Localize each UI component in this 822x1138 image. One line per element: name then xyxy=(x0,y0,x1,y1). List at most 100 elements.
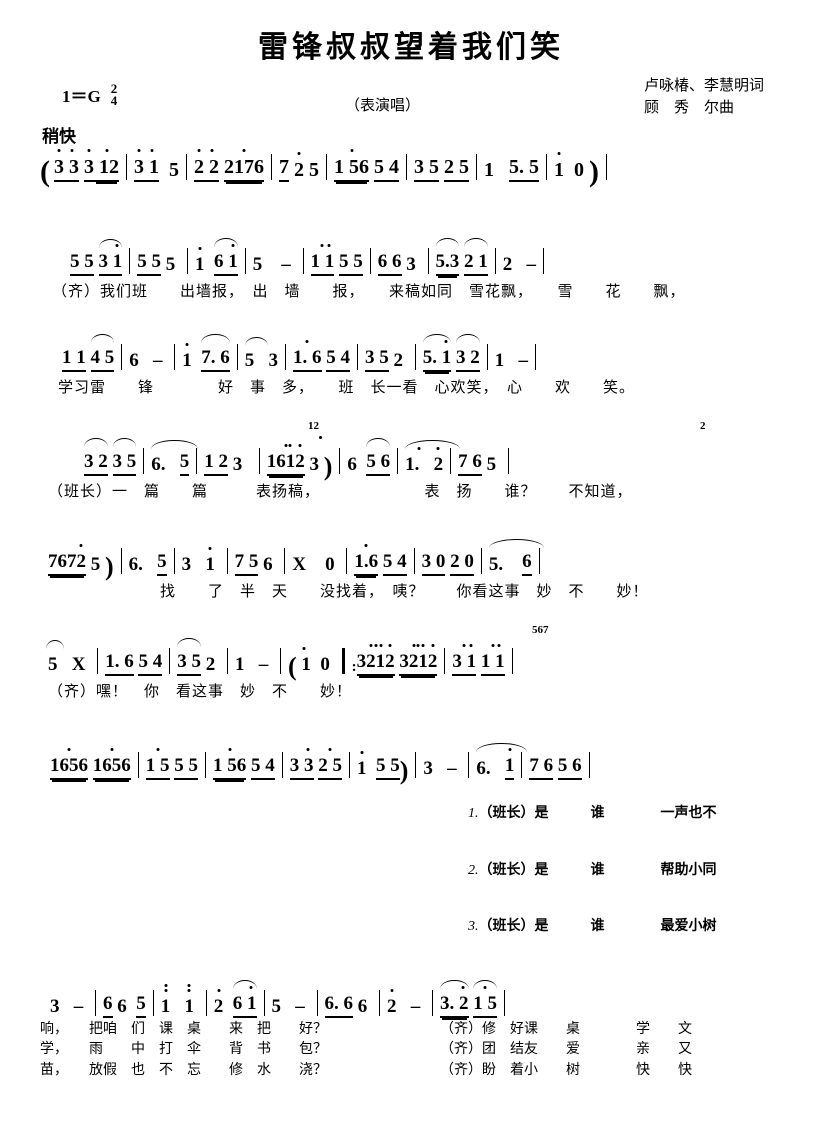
barline xyxy=(511,648,513,674)
time-signature-denominator: 4 xyxy=(110,92,118,108)
note: 1 xyxy=(161,984,170,1018)
verse-ending-row: 2.（班长）是 谁 帮助小同 xyxy=(440,843,782,900)
barline xyxy=(281,752,283,778)
note: 1 656 xyxy=(50,748,88,780)
verse-number: 1. xyxy=(468,805,479,821)
note: 3. 2 xyxy=(440,980,469,1019)
note: 1 xyxy=(205,547,215,576)
note: 3 1 xyxy=(98,239,123,276)
notation-row: 1 656 1 656 1 5 5 5 1 56 5 4 3 3 2 5 1 5 5… xyxy=(40,743,782,784)
note: 2 xyxy=(204,149,219,182)
note: 2 xyxy=(294,152,304,182)
lyrics-row xyxy=(40,186,782,208)
verse-role: （班长） xyxy=(478,862,535,878)
note: 3 3 xyxy=(289,748,314,780)
repeat-barline xyxy=(341,648,345,674)
music-system-2: 5 5 3 1 5 5 5 1 6 1 5 – 1 1 5 5 6 6 3 5.… xyxy=(40,236,782,302)
music-system-prelude: ( 3 3 3 12 3 1 5 2 2 2176 7 2 5 1 56 5 4… xyxy=(40,142,782,208)
note: 5 4 xyxy=(251,755,275,780)
note: 1 1 xyxy=(310,244,335,276)
grace-note-group: 2 xyxy=(700,420,706,432)
note: 1.6 xyxy=(354,544,379,576)
note: 5.3 xyxy=(435,238,460,276)
lyric-right: （齐）团 结友 爱 亲 又 xyxy=(440,1042,692,1058)
note: 1 xyxy=(504,748,515,780)
barline xyxy=(152,990,154,1017)
note: 5 xyxy=(136,993,146,1019)
verse-number: 3. xyxy=(468,919,479,935)
barline xyxy=(174,344,176,370)
note: 6 1 xyxy=(214,238,238,276)
lyrics-row: 找 了 半 天 没找着， 咦？ 你看这事 妙 不 妙！ xyxy=(48,584,649,600)
barline xyxy=(143,448,145,474)
note: 3 xyxy=(64,149,79,182)
note: 1 5 xyxy=(145,748,170,780)
note: 7 6 xyxy=(458,451,482,476)
note: 6 6 xyxy=(377,251,402,276)
barline xyxy=(413,548,415,574)
note: 7672 xyxy=(48,544,86,576)
barline xyxy=(121,344,123,370)
barline xyxy=(432,990,433,1017)
credits: 卢咏椿、李慧明词 顾 秀 尔曲 xyxy=(644,76,764,120)
notation-row: 7672 5 ) 6. 5 3 1 7 5 6 X 0 1.6 5 4 3 0 … xyxy=(40,539,782,580)
barline xyxy=(236,344,238,370)
notation-row: 5 5 3 1 5 5 5 1 6 1 5 – 1 1 5 5 6 6 3 5.… xyxy=(40,238,782,276)
note: 3 xyxy=(84,149,94,182)
note: 5 xyxy=(179,451,190,476)
barline xyxy=(173,548,175,574)
note: 5 4 xyxy=(326,347,350,372)
lyric-left: 苗， 放假 也 不 忘 修 水 浇？ xyxy=(40,1062,327,1078)
note: 2 0 xyxy=(450,551,474,576)
note: 1 xyxy=(297,647,311,676)
barline xyxy=(369,248,371,274)
note: 5 5 xyxy=(70,251,94,276)
barline xyxy=(414,344,416,370)
note: 5 5 xyxy=(376,755,400,780)
note: 5 5 xyxy=(174,755,198,780)
note: 5 5 xyxy=(137,251,161,276)
notation-row: 3 – 6 6 5 1 1 2 6 1 5 – 6. 6 6 2 – 3. 2 … xyxy=(40,980,782,1019)
note: 6 1 xyxy=(232,980,257,1019)
key-and-time-signature: 1＝G 2 4 xyxy=(62,82,117,107)
note: 7 xyxy=(279,156,289,182)
note: 3212 xyxy=(399,644,438,676)
lyrics-row: 学习雷 锋 好 事 多， 班 长一看 心欢笑， 心 欢 笑。 xyxy=(58,380,636,396)
lyrics-row: （班长）一 篇 篇 表扬稿， 表 扬 谁？ 不知道， xyxy=(48,484,633,500)
lyricists: 卢咏椿、李慧明词 xyxy=(643,78,764,94)
lyric-row: 学， 雨 中 打 伞 背 书 包？ （齐）团 结友 爱 亲 又 xyxy=(40,1040,782,1060)
note: 1 656 xyxy=(92,748,131,780)
music-system-3: 1 1 4 5 6 – 1 7. 6 5 3 1. 6 5 4 3 5 2 5.… xyxy=(40,332,782,398)
notation-row: 12 2 3 2 3 5 6. 5 1 2 3 1 61 2 3 ) 6 5 6 1… xyxy=(84,420,706,481)
barline xyxy=(258,448,260,474)
note: 6. 6 xyxy=(324,993,353,1019)
lyric-left: 响， 把咱 们 课 桌 来 把 好？ xyxy=(40,1022,327,1038)
barline xyxy=(302,248,304,274)
verse-ending-row: 3.（班长）是 谁 最爱小树 xyxy=(440,899,782,956)
note: 1 xyxy=(182,343,192,372)
note: 2176 xyxy=(224,149,264,182)
barline xyxy=(316,990,318,1017)
note: 3 0 xyxy=(421,551,446,576)
note: 2 xyxy=(214,989,223,1018)
barline xyxy=(480,548,482,574)
grace-note-group: 567 xyxy=(532,624,549,636)
barline xyxy=(543,248,544,274)
barline xyxy=(205,990,207,1017)
barline xyxy=(504,990,505,1017)
lyric-left: 学， 雨 中 打 伞 背 书 包？ xyxy=(40,1042,327,1058)
note: 1. 6 xyxy=(105,651,134,676)
note: 2 5 xyxy=(318,748,342,780)
note: 5 4 xyxy=(382,551,407,576)
barline xyxy=(538,548,540,574)
barline xyxy=(279,648,281,674)
note: 1 1 xyxy=(480,644,505,676)
barline xyxy=(205,752,206,778)
time-signature: 2 4 xyxy=(110,82,118,108)
note: 1. xyxy=(405,440,460,476)
note: 3 5 xyxy=(177,638,201,676)
barline xyxy=(546,154,547,180)
music-system-4: 12 2 3 2 3 5 6. 5 1 2 3 1 61 2 3 ) 6 5 6 1… xyxy=(40,420,782,502)
barline xyxy=(535,344,536,370)
barline xyxy=(427,248,429,274)
